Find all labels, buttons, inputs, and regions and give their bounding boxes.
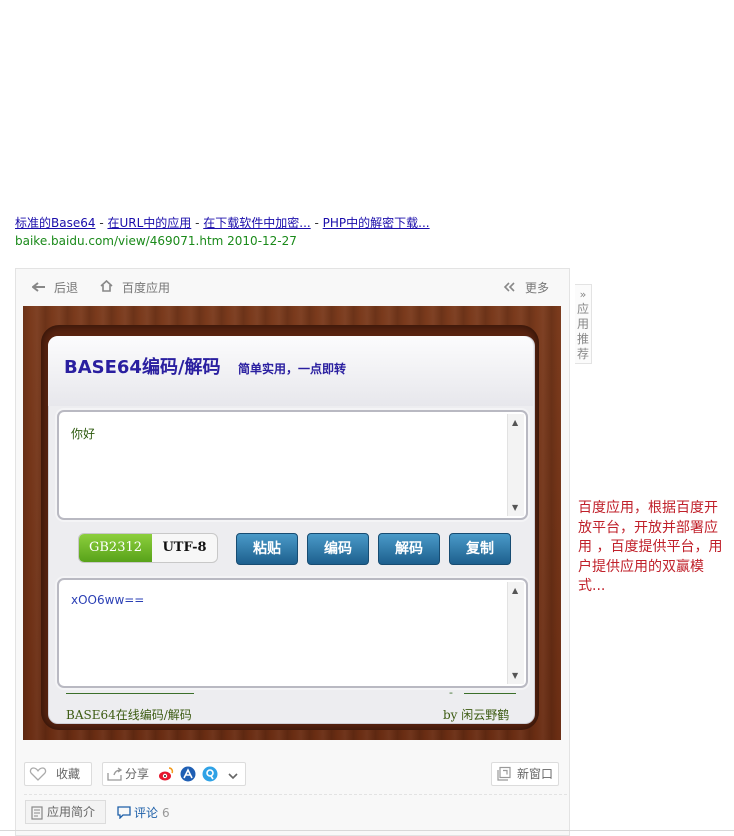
favorite-label: 收藏 — [56, 767, 81, 781]
double-chevron-right-icon: » — [579, 288, 587, 301]
back-button[interactable]: 后退 — [31, 279, 79, 296]
footer-divider — [464, 693, 516, 694]
output-scrollbar[interactable]: ▲ ▼ — [507, 582, 524, 684]
input-text: 你好 — [71, 427, 96, 441]
tab-comments[interactable]: 评论 6 — [117, 804, 170, 822]
qzone-icon[interactable] — [202, 766, 218, 789]
app-title: BASE64编码/解码 — [64, 357, 221, 378]
tab-app-intro[interactable]: 应用简介 — [25, 800, 106, 824]
back-label: 后退 — [54, 281, 79, 295]
result-link-1[interactable]: 标准的Base64 — [15, 216, 96, 230]
scroll-up-icon[interactable]: ▲ — [512, 418, 518, 427]
comment-count: 6 — [162, 806, 170, 820]
share-bar: 分享 — [102, 762, 246, 786]
input-textarea[interactable]: 你好 ▲ ▼ — [57, 410, 528, 520]
new-window-label: 新窗口 — [517, 767, 554, 781]
output-text: xOO6ww== — [71, 593, 145, 607]
side-tab-label: 应用推荐 — [576, 302, 589, 361]
document-icon — [31, 805, 43, 827]
scroll-up-icon[interactable]: ▲ — [512, 586, 518, 595]
annotation-note: 百度应用，根据百度开放平台，开放并部署应用 ，百度提供平台，用户提供应用的双赢模… — [578, 500, 723, 594]
arrow-left-icon — [31, 281, 48, 295]
chevron-down-icon[interactable] — [227, 767, 239, 789]
share-icon[interactable] — [107, 766, 123, 788]
copy-button[interactable]: 复制 — [449, 533, 511, 565]
encode-button[interactable]: 编码 — [307, 533, 369, 565]
more-button[interactable]: 更多 — [503, 279, 549, 296]
app-footer-author: by 闲云野鹤 — [443, 708, 510, 722]
home-label: 百度应用 — [122, 281, 171, 295]
comment-icon — [117, 806, 131, 822]
input-scrollbar[interactable]: ▲ ▼ — [507, 414, 524, 516]
app-footer-name: BASE64在线编码/解码 — [66, 708, 192, 722]
tab-app-intro-label: 应用简介 — [47, 805, 96, 819]
app-subtitle: 简单实用，一点即转 — [238, 362, 347, 376]
result-links: 标准的Base64 - 在URL中的应用 - 在下载软件中加密... - PHP… — [15, 216, 430, 230]
output-textarea[interactable]: xOO6ww== ▲ ▼ — [57, 578, 528, 688]
page-bottom-rule — [0, 830, 734, 831]
scroll-down-icon[interactable]: ▼ — [512, 671, 518, 680]
tab-comments-label: 评论 — [134, 806, 159, 820]
scroll-down-icon[interactable]: ▼ — [512, 503, 518, 512]
favorite-button[interactable]: 收藏 — [24, 762, 92, 786]
footer-dash: - — [449, 686, 453, 699]
encoding-toggle: GB2312 UTF-8 — [78, 533, 218, 563]
paste-button[interactable]: 粘贴 — [236, 533, 298, 565]
renren-icon[interactable] — [180, 766, 196, 789]
result-link-4[interactable]: PHP中的解密下载... — [323, 216, 430, 230]
weibo-icon[interactable] — [158, 766, 174, 789]
double-chevron-left-icon — [503, 281, 519, 295]
new-window-button[interactable]: 新窗口 — [491, 762, 559, 786]
result-link-2[interactable]: 在URL中的应用 — [107, 216, 191, 230]
bottom-divider — [24, 794, 567, 795]
home-icon — [100, 279, 116, 295]
more-label: 更多 — [525, 281, 550, 295]
encoding-utf8-option[interactable]: UTF-8 — [152, 534, 217, 562]
heart-icon — [29, 766, 47, 789]
encoding-gb2312-option[interactable]: GB2312 — [79, 534, 152, 562]
app-toolbar: 后退 百度应用 更多 — [16, 269, 568, 303]
footer-divider — [66, 693, 194, 694]
new-window-icon — [496, 766, 512, 789]
decode-button[interactable]: 解码 — [378, 533, 440, 565]
result-url: baike.baidu.com/view/469071.htm 2010-12-… — [15, 234, 297, 248]
share-label: 分享 — [125, 767, 150, 781]
home-button[interactable]: 百度应用 — [100, 279, 170, 296]
app-recommend-tab[interactable]: » 应用推荐 — [575, 284, 592, 364]
result-link-3[interactable]: 在下载软件中加密... — [203, 216, 310, 230]
